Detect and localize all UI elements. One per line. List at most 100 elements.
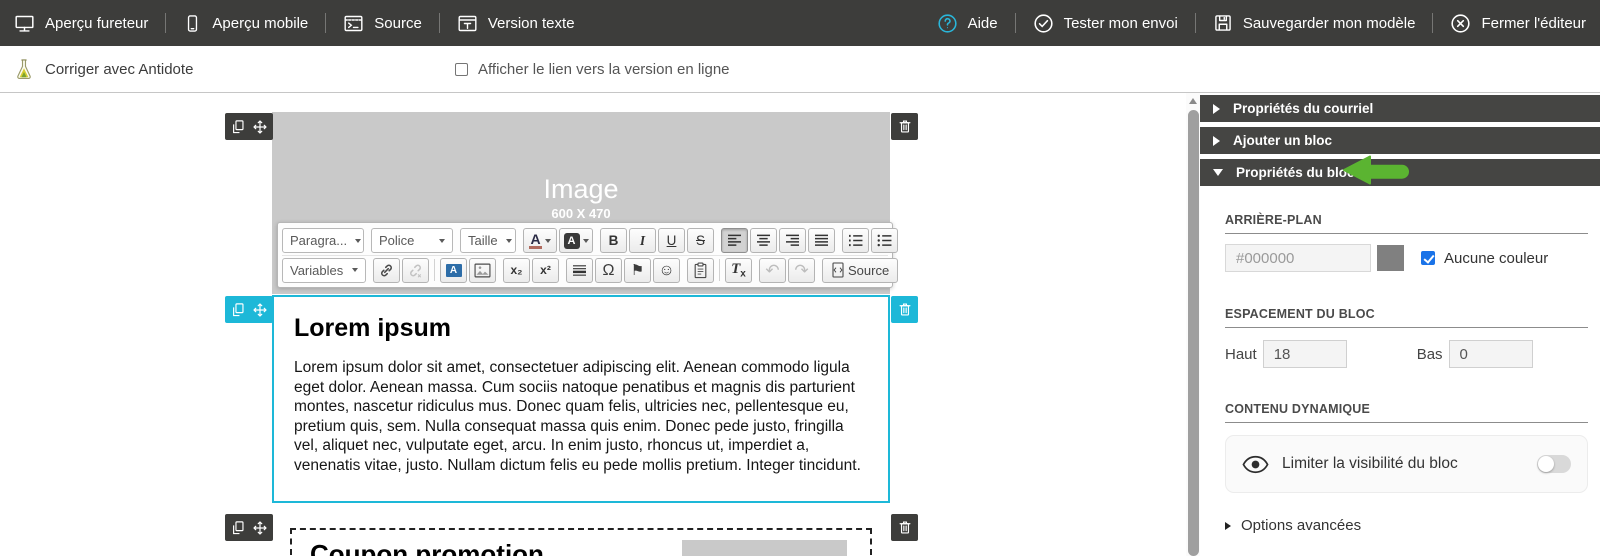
ordered-list-icon [848,234,863,247]
background-color-button[interactable]: A [559,228,593,253]
green-pointer-arrow [1342,155,1414,185]
unlink-button[interactable] [402,258,429,283]
ordered-list-button[interactable] [842,228,869,253]
canvas-scrollbar[interactable] [1186,93,1200,556]
insert-image-button[interactable] [469,258,496,283]
accordion-email-properties[interactable]: Propriétés du courriel [1200,95,1600,122]
advanced-options-expander[interactable]: Options avancées [1225,517,1588,534]
bold-button[interactable]: B [600,228,627,253]
save-icon [1213,13,1233,33]
coupon-image-placeholder [682,540,847,556]
dynamic-content-section-title: CONTENU DYNAMIQUE [1225,402,1588,416]
align-right-icon [785,234,800,247]
rte-source-button[interactable]: Source [822,258,898,283]
text-version-button[interactable]: Version texte [440,13,592,34]
undo-button[interactable]: ↶ [759,258,786,283]
online-version-label: Afficher le lien vers la version en lign… [478,61,730,78]
coupon-block-handle[interactable] [225,514,273,541]
color-swatch[interactable] [1377,245,1404,271]
test-send-button[interactable]: Tester mon envoi [1016,13,1195,34]
antidote-correct-button[interactable]: Corriger avec Antidote [14,46,193,92]
chevron-right-icon [1225,522,1231,530]
scrollbar-thumb[interactable] [1188,110,1199,556]
paragraph-format-dropdown[interactable]: Paragra... [282,228,364,253]
help-button[interactable]: Aide [920,13,1015,34]
remove-format-button[interactable]: Tx [725,258,752,283]
text-version-label: Version texte [488,15,575,32]
source-button[interactable]: Source [326,13,439,34]
anchor-button[interactable]: A [440,258,467,283]
text-block-heading: Lorem ipsum [294,313,868,343]
page-break-button[interactable]: ⚑ [624,258,651,283]
size-dropdown[interactable]: Taille [460,228,516,253]
text-block-delete-button[interactable] [891,296,918,323]
text-block-body: Lorem ipsum dolor sit amet, consectetuer… [294,358,868,475]
chevron-down-icon [545,239,551,243]
rich-text-toolbar: Paragra... Police Taille A [277,222,893,288]
redo-button[interactable]: ↷ [788,258,815,283]
justify-icon [814,234,829,247]
emoji-button[interactable]: ☺ [653,258,680,283]
align-left-button[interactable] [721,228,748,253]
align-right-button[interactable] [779,228,806,253]
scrollbar-up-arrow-icon[interactable] [1189,98,1197,104]
align-center-button[interactable] [750,228,777,253]
text-block-handle[interactable] [225,296,273,323]
spacing-top-input[interactable] [1263,340,1347,368]
redo-icon: ↷ [794,263,808,278]
trash-icon [898,302,912,317]
limit-visibility-toggle[interactable] [1537,455,1571,473]
superscript-button[interactable]: x² [532,258,559,283]
align-left-icon [727,234,742,247]
variables-dropdown[interactable]: Variables [282,258,366,283]
close-circle-icon [1450,13,1471,34]
coupon-block[interactable]: Coupon promotion [290,528,872,556]
accordion-email-properties-label: Propriétés du courriel [1233,101,1373,116]
horizontal-rule-button[interactable] [566,258,593,283]
top-toolbar-right: Aide Tester mon envoi Sauvegarder mon mo… [920,0,1586,46]
justify-button[interactable] [808,228,835,253]
paragraph-format-value: Paragra... [290,233,347,248]
move-icon [252,302,268,318]
accordion-add-block[interactable]: Ajouter un bloc [1200,127,1600,154]
special-character-button[interactable]: Ω [595,258,622,283]
background-color-input[interactable] [1225,244,1371,272]
browser-preview-button[interactable]: Aperçu fureteur [14,13,165,34]
close-editor-button[interactable]: Fermer l'éditeur [1433,13,1586,34]
browser-preview-label: Aperçu fureteur [45,15,148,32]
trash-icon [898,520,912,535]
subscript-button[interactable]: x₂ [503,258,530,283]
eye-icon [1242,455,1269,474]
mobile-preview-label: Aperçu mobile [212,15,308,32]
image-icon [474,263,491,278]
spacing-top-label: Haut [1225,346,1257,363]
font-dropdown[interactable]: Police [371,228,453,253]
online-version-checkbox[interactable]: Afficher le lien vers la version en lign… [455,46,730,92]
image-block-handle[interactable] [225,113,273,140]
bullet-list-icon [877,234,892,247]
horizontal-rule-icon [572,264,587,277]
antidote-correct-label: Corriger avec Antidote [45,61,193,78]
bullet-list-button[interactable] [871,228,898,253]
strikethrough-button[interactable]: S [687,228,714,253]
chevron-right-icon [1213,136,1220,146]
underline-button[interactable]: U [658,228,685,253]
insert-link-button[interactable] [373,258,400,283]
text-color-button[interactable]: A [523,228,557,253]
toolbar-group-divider [434,259,435,281]
no-color-checkbox[interactable] [1421,251,1435,265]
text-block-selected[interactable]: Lorem ipsum Lorem ipsum dolor sit amet, … [272,295,890,503]
duplicate-icon [231,302,245,318]
mobile-preview-button[interactable]: Aperçu mobile [166,13,325,34]
accordion-add-block-label: Ajouter un bloc [1233,133,1332,148]
online-version-checkbox-box[interactable] [455,63,468,76]
toolbar-group-divider [719,259,720,281]
italic-button[interactable]: I [629,228,656,253]
save-template-button[interactable]: Sauvegarder mon modèle [1196,13,1433,33]
paste-button[interactable] [687,258,714,283]
spacing-bottom-input[interactable] [1449,340,1533,368]
image-block-delete-button[interactable] [891,113,918,140]
advanced-options-label: Options avancées [1241,517,1361,534]
variables-value: Variables [290,263,343,278]
coupon-block-delete-button[interactable] [891,514,918,541]
